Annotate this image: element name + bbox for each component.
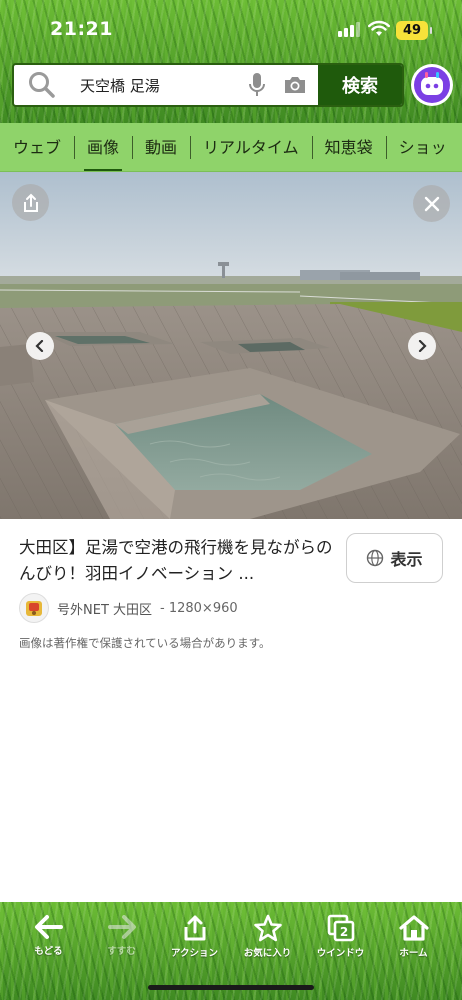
forward-button[interactable]: すすむ xyxy=(92,914,152,959)
next-image-button[interactable] xyxy=(408,332,436,360)
show-page-button[interactable]: 表示 xyxy=(346,533,443,583)
home-button[interactable]: ホーム xyxy=(384,914,444,959)
tab-images[interactable]: 画像 xyxy=(74,123,132,171)
tab-chiebukuro[interactable]: 知恵袋 xyxy=(311,123,386,171)
status-time: 21:21 xyxy=(50,18,113,40)
windows-icon: 2 xyxy=(327,914,354,942)
back-label: もどる xyxy=(34,946,63,957)
favorites-button[interactable]: お気に入り xyxy=(238,914,298,959)
copyright-note: 画像は著作権で保護されている場合があります。 xyxy=(19,636,271,650)
header: 21:21 49 天空橋 足湯 検索 xyxy=(0,0,462,123)
forward-label: すすむ xyxy=(107,946,136,957)
action-button[interactable]: アクション xyxy=(165,914,225,959)
source-info: 号外NET 大田区 - 1280×960 xyxy=(19,593,238,623)
action-label: アクション xyxy=(170,948,219,959)
result-title-link[interactable]: 大田区】足湯で空港の飛行機を見ながらのんびり！羽田イノベーション ... xyxy=(19,535,339,587)
home-indicator xyxy=(148,985,314,990)
home-label: ホーム xyxy=(399,948,428,959)
microphone-icon[interactable] xyxy=(238,65,276,105)
search-bar[interactable]: 天空橋 足湯 検索 xyxy=(12,63,404,107)
image-viewer[interactable] xyxy=(0,172,462,519)
share-image-button[interactable] xyxy=(12,184,49,221)
source-logo xyxy=(19,593,49,623)
battery-indicator: 49 xyxy=(396,21,432,40)
window-count: 2 xyxy=(339,925,347,939)
chevron-right-icon xyxy=(418,340,427,352)
previous-image-button[interactable] xyxy=(26,332,54,360)
camera-icon[interactable] xyxy=(276,65,314,105)
source-name: 号外NET 大田区 xyxy=(57,602,153,618)
tab-realtime[interactable]: リアルタイム xyxy=(190,123,312,171)
tab-web[interactable]: ウェブ xyxy=(0,123,74,171)
chevron-left-icon xyxy=(35,340,44,352)
globe-icon xyxy=(367,549,384,567)
home-icon xyxy=(398,915,429,941)
search-tabs: ウェブ 画像 動画 リアルタイム 知恵袋 ショッ xyxy=(0,123,462,172)
tab-shopping[interactable]: ショッ xyxy=(385,123,460,171)
show-page-label: 表示 xyxy=(390,550,423,569)
wifi-icon xyxy=(368,20,390,36)
star-icon xyxy=(253,914,282,942)
search-input[interactable]: 天空橋 足湯 xyxy=(64,75,238,96)
bottom-toolbar: もどる すすむ アクション お気に入り 2 ウインドウ ホーム xyxy=(0,902,462,1000)
back-button[interactable]: もどる xyxy=(19,914,79,959)
signal-icon xyxy=(338,22,360,37)
close-viewer-button[interactable] xyxy=(413,185,450,222)
arrow-right-icon xyxy=(107,915,136,939)
result-image xyxy=(0,172,462,519)
search-button[interactable]: 検索 xyxy=(318,65,402,105)
search-icon xyxy=(20,65,64,105)
window-label: ウインドウ xyxy=(316,948,365,959)
arrow-left-icon xyxy=(34,915,63,939)
share-icon xyxy=(184,915,205,941)
window-button[interactable]: 2 ウインドウ xyxy=(311,914,371,959)
assistant-avatar-icon[interactable] xyxy=(411,64,453,106)
tab-videos[interactable]: 動画 xyxy=(132,123,190,171)
image-dimensions: - 1280×960 xyxy=(160,600,238,616)
favorites-label: お気に入り xyxy=(243,948,292,959)
